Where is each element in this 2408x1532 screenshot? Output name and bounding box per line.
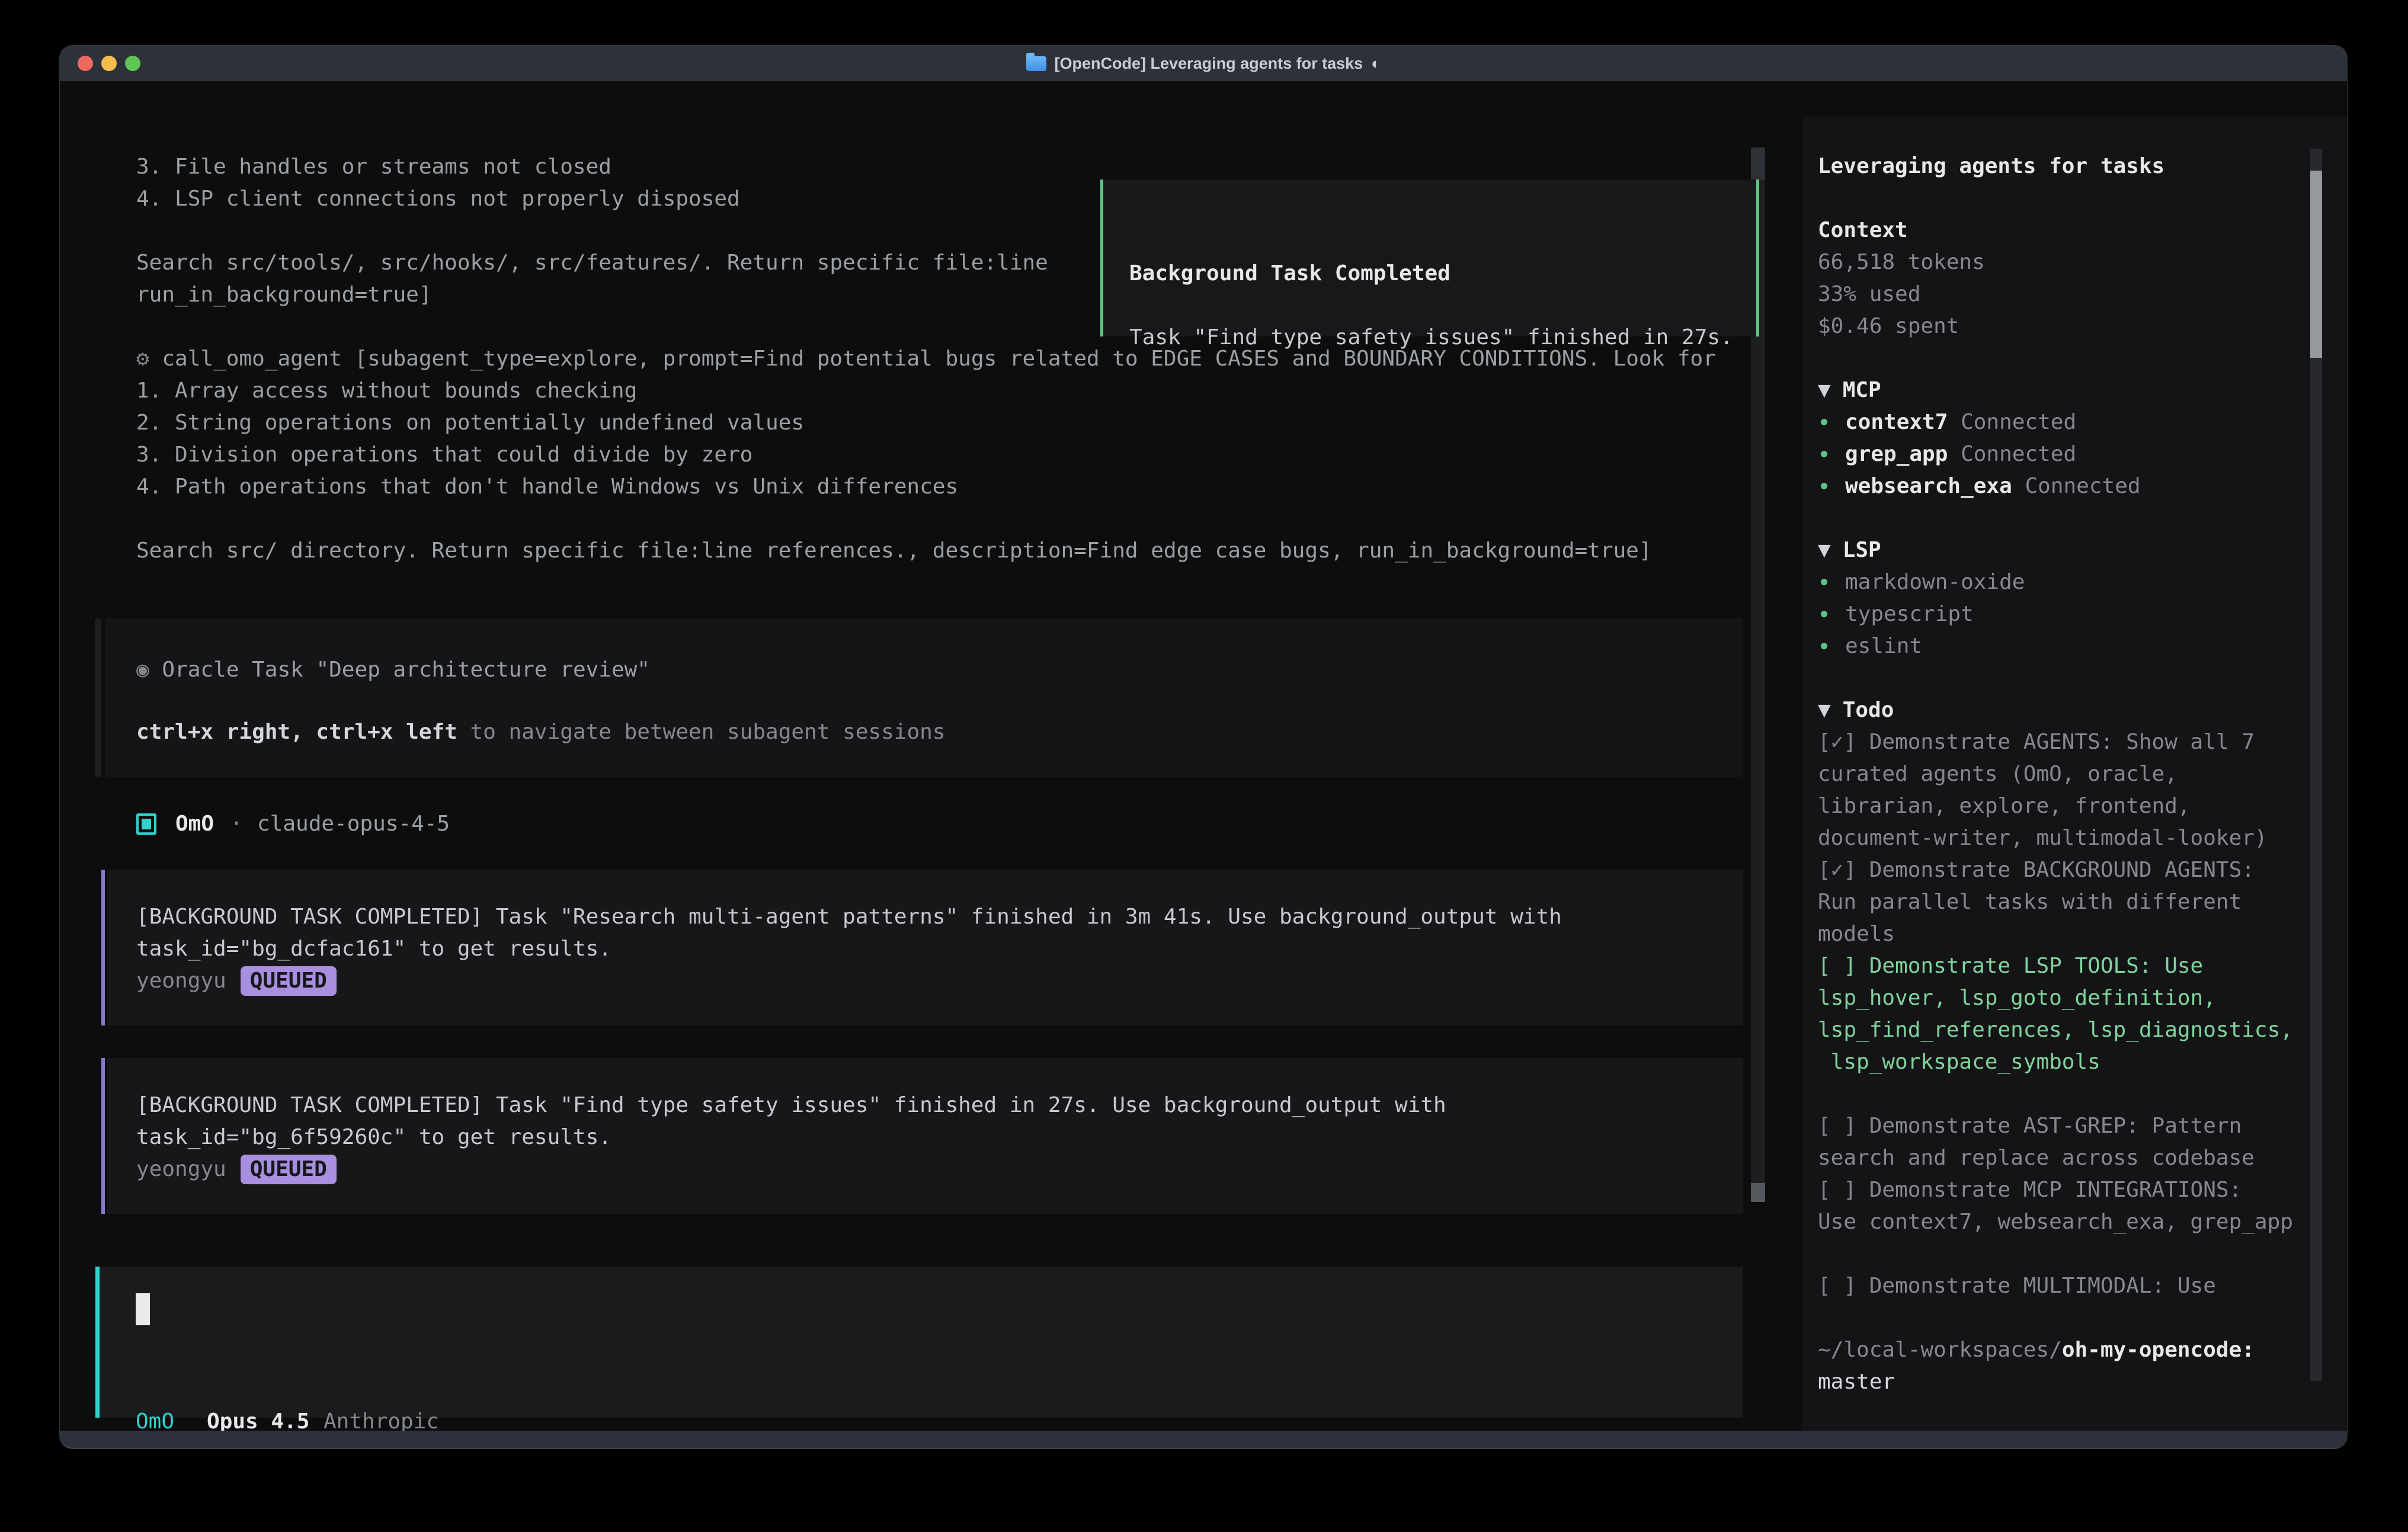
task-message-line: [BACKGROUND TASK COMPLETED] Task "Find t… bbox=[136, 1089, 1446, 1121]
todo-line-active: [ ] Demonstrate LSP TOOLS: Use bbox=[1818, 950, 2203, 982]
todo-line: search and replace across codebase bbox=[1818, 1142, 2255, 1174]
todo-line: curated agents (OmO, oracle, bbox=[1818, 758, 2178, 790]
gear-icon: ⚙ bbox=[136, 347, 149, 371]
todo-line: models bbox=[1818, 918, 1895, 950]
tool-call-item: 1. Array access without bounds checking bbox=[136, 375, 637, 407]
context-header: Context bbox=[1818, 214, 1908, 246]
sidebar-scrollbar-thumb[interactable] bbox=[2310, 171, 2322, 358]
spinner-dots bbox=[111, 1448, 210, 1449]
tool-call-item: 3. Division operations that could divide… bbox=[136, 439, 752, 471]
context-used: 33% used bbox=[1818, 278, 1920, 310]
tool-call-item: 4. Path operations that don't handle Win… bbox=[136, 471, 958, 503]
oracle-task-box: ◉ Oracle Task "Deep architecture review"… bbox=[105, 618, 1743, 777]
task-message: [BACKGROUND TASK COMPLETED] Task "Find t… bbox=[107, 1058, 1743, 1214]
window-bottom-edge bbox=[60, 1431, 2348, 1449]
workspace-path: ~/local-workspaces/oh-my-opencode: bbox=[1818, 1334, 2255, 1366]
todo-line: Use context7, websearch_exa, grep_app bbox=[1818, 1206, 2293, 1238]
todo-line: [ ] Demonstrate AST-GREP: Pattern bbox=[1818, 1110, 2242, 1142]
prompt-input[interactable]: OmO Opus 4.5 Anthropic bbox=[100, 1267, 1743, 1418]
todo-line: [✓] Demonstrate AGENTS: Show all 7 bbox=[1818, 726, 2255, 758]
mcp-item: websearch_exa Connected bbox=[1821, 470, 2141, 502]
task-message-meta: yeongyu QUEUED bbox=[136, 1153, 337, 1185]
task-message-border bbox=[101, 1058, 105, 1214]
status-dot-icon bbox=[1821, 579, 1827, 585]
session-state-icon: ◐ bbox=[1371, 55, 1381, 73]
todo-line: [✓] Demonstrate BACKGROUND AGENTS: bbox=[1818, 854, 2255, 886]
todo-line-active: lsp_workspace_symbols bbox=[1818, 1046, 2100, 1078]
status-badge: QUEUED bbox=[241, 966, 337, 996]
minimize-button[interactable] bbox=[101, 56, 117, 71]
agent-name: OmO bbox=[175, 812, 214, 836]
fisheye-icon: ◉ bbox=[136, 658, 149, 682]
status-dot-icon bbox=[1821, 451, 1827, 457]
oracle-box-border bbox=[95, 618, 101, 777]
agent-model: claude-opus-4-5 bbox=[257, 808, 450, 840]
status-badge: QUEUED bbox=[241, 1155, 337, 1184]
task-message: [BACKGROUND TASK COMPLETED] Task "Resear… bbox=[107, 870, 1743, 1025]
hint-keys: ctrl+x right, ctrl+x left bbox=[136, 720, 457, 744]
mcp-item: context7 Connected bbox=[1821, 406, 2076, 438]
text-cursor bbox=[136, 1293, 150, 1325]
mcp-item: grep_app Connected bbox=[1821, 438, 2076, 470]
terminal-content: 3. File handles or streams not closed 4.… bbox=[60, 81, 2348, 1431]
task-message-line: task_id="bg_6f59260c" to get results. bbox=[136, 1121, 611, 1153]
task-user: yeongyu bbox=[136, 1157, 226, 1181]
log-line: 3. File handles or streams not closed bbox=[136, 151, 611, 183]
section-lsp[interactable]: ▼LSP bbox=[1818, 534, 1881, 566]
status-dot-icon bbox=[1821, 419, 1827, 425]
chevron-down-icon: ▼ bbox=[1818, 538, 1831, 562]
context-spent: $0.46 spent bbox=[1818, 310, 1959, 342]
oracle-task-title: ◉ Oracle Task "Deep architecture review" bbox=[136, 654, 650, 686]
todo-line: Run parallel tasks with different bbox=[1818, 886, 2242, 918]
context-tokens: 66,518 tokens bbox=[1818, 246, 1985, 278]
status-dot-icon bbox=[1821, 611, 1827, 617]
chevron-down-icon: ▼ bbox=[1818, 378, 1831, 402]
agent-separator: · bbox=[230, 808, 243, 840]
status-dot-icon bbox=[1821, 643, 1827, 649]
notification-title: Background Task Completed bbox=[1129, 258, 1450, 290]
main-scrollbar-thumb-top[interactable] bbox=[1751, 148, 1765, 180]
titlebar: [OpenCode] Leveraging agents for tasks ◐ bbox=[60, 46, 2347, 81]
status-dot-icon bbox=[1821, 483, 1827, 489]
task-message-line: [BACKGROUND TASK COMPLETED] Task "Resear… bbox=[136, 901, 1562, 933]
main-scrollbar-thumb[interactable] bbox=[1751, 1183, 1765, 1202]
task-message-border bbox=[101, 870, 105, 1025]
tool-call-item: 2. String operations on potentially unde… bbox=[136, 407, 804, 439]
background-task-notification: Background Task Completed Task "Find typ… bbox=[1100, 180, 1759, 336]
tool-call-footer: Search src/ directory. Return specific f… bbox=[136, 535, 1652, 567]
oracle-hint: ctrl+x right, ctrl+x left to navigate be… bbox=[136, 716, 945, 748]
lsp-item: eslint bbox=[1821, 630, 1922, 662]
agent-header: OmO bbox=[175, 808, 214, 840]
folder-icon bbox=[1026, 56, 1046, 71]
git-branch: master bbox=[1818, 1366, 1895, 1398]
task-message-meta: yeongyu QUEUED bbox=[136, 965, 337, 997]
todo-line: [ ] Demonstrate MULTIMODAL: Use bbox=[1818, 1270, 2216, 1302]
input-box-border bbox=[95, 1267, 100, 1418]
todo-line-active: lsp_hover, lsp_goto_definition, bbox=[1818, 982, 2216, 1014]
todo-line: document-writer, multimodal-looker) bbox=[1818, 822, 2268, 854]
chevron-down-icon: ▼ bbox=[1818, 698, 1831, 722]
terminal-window: [OpenCode] Leveraging agents for tasks ◐… bbox=[59, 45, 2348, 1449]
close-button[interactable] bbox=[78, 56, 93, 71]
todo-line: librarian, explore, frontend, bbox=[1818, 790, 2191, 822]
todo-line-active: lsp_find_references, lsp_diagnostics, bbox=[1818, 1014, 2293, 1046]
log-line: Search src/tools/, src/hooks/, src/featu… bbox=[136, 247, 1048, 279]
task-message-line: task_id="bg_dcfac161" to get results. bbox=[136, 933, 611, 965]
maximize-button[interactable] bbox=[125, 56, 140, 71]
session-title: Leveraging agents for tasks bbox=[1818, 150, 2164, 182]
notification-body: Task "Find type safety issues" finished … bbox=[1129, 322, 1733, 354]
lsp-item: markdown-oxide bbox=[1821, 566, 2025, 598]
todo-line: [ ] Demonstrate MCP INTEGRATIONS: bbox=[1818, 1174, 2242, 1206]
agent-icon bbox=[136, 813, 156, 835]
log-line: run_in_background=true] bbox=[136, 279, 432, 311]
window-title: [OpenCode] Leveraging agents for tasks bbox=[1055, 55, 1363, 73]
section-mcp[interactable]: ▼MCP bbox=[1818, 374, 1881, 406]
section-todo[interactable]: ▼Todo bbox=[1818, 694, 1894, 726]
traffic-lights bbox=[78, 56, 140, 71]
log-line: 4. LSP client connections not properly d… bbox=[136, 183, 740, 215]
task-user: yeongyu bbox=[136, 969, 226, 993]
lsp-item: typescript bbox=[1821, 598, 1974, 630]
